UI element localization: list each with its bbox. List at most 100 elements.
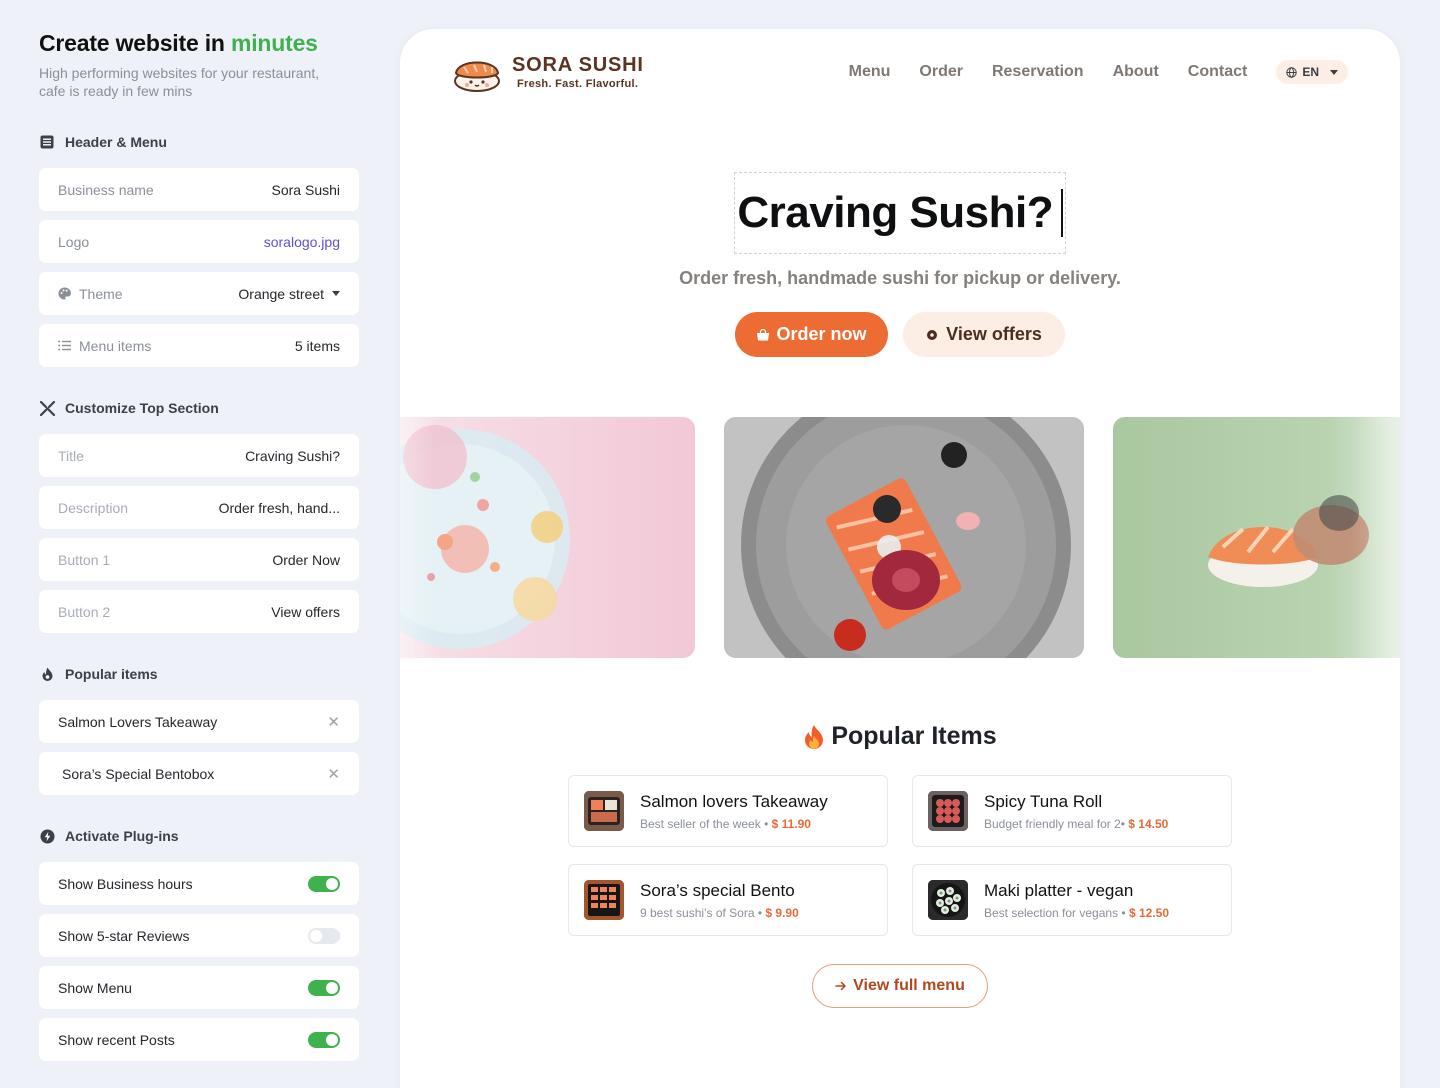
panel-title-text: Create website in	[39, 30, 225, 56]
section-heading-text: Activate Plug-ins	[65, 828, 179, 844]
toggle-switch[interactable]	[308, 875, 340, 892]
menu-item-meta: Budget friendly meal for 2• $ 14.50	[984, 817, 1168, 831]
view-full-menu-button[interactable]: View full menu	[812, 964, 988, 1008]
remove-icon[interactable]: ✕	[327, 713, 340, 731]
toggle-knob	[310, 929, 322, 942]
brand[interactable]: SORA SUSHI Fresh. Fast. Flavorful.	[452, 51, 644, 93]
menu-item-text: Maki platter - vegan Best selection for …	[984, 881, 1169, 920]
menu-item-meta: Best selection for vegans • $ 12.50	[984, 906, 1169, 920]
main-nav: Menu Order Reservation About Contact EN	[849, 60, 1348, 84]
button1-field[interactable]: Button 1 Order Now	[39, 538, 359, 581]
plugin-reviews: Show 5-star Reviews	[39, 914, 359, 957]
field-value: View offers	[271, 603, 340, 620]
section-header-menu: Header & Menu	[39, 132, 167, 152]
plugin-label: Show recent Posts	[58, 1031, 175, 1048]
menu-item-name: Maki platter - vegan	[984, 880, 1134, 900]
brand-text: SORA SUSHI Fresh. Fast. Flavorful.	[512, 54, 644, 90]
field-label: Menu items	[58, 338, 151, 354]
plugin-posts: Show recent Posts	[39, 1018, 359, 1061]
separator: •	[754, 905, 766, 920]
logo-field[interactable]: Logo soralogo.jpg	[39, 220, 359, 263]
hero-title: Craving Sushi?	[737, 188, 1054, 237]
popular-items-heading: Popular Items	[400, 722, 1400, 751]
theme-select[interactable]: Theme Orange street	[39, 272, 359, 315]
button2-field[interactable]: Button 2 View offers	[39, 590, 359, 633]
toggle-switch[interactable]	[308, 979, 340, 996]
tools-icon	[39, 400, 55, 416]
title-field[interactable]: Title Craving Sushi?	[39, 434, 359, 477]
menu-item-price: $ 12.50	[1128, 905, 1169, 920]
plugin-label: Show Business hours	[58, 875, 193, 892]
menu-item-desc: Best seller of the week	[640, 816, 761, 831]
menu-item-card[interactable]: Spicy Tuna Roll Budget friendly meal for…	[912, 775, 1232, 847]
toggle-knob	[326, 1033, 338, 1046]
nav-reservation[interactable]: Reservation	[992, 63, 1084, 81]
panel-title-accent: minutes	[230, 30, 318, 56]
field-label-text: Menu items	[79, 337, 152, 354]
theme-value: Orange street	[238, 285, 324, 302]
food-thumbnail	[928, 880, 968, 920]
popular-item-label: Sora’s Special Bentobox	[62, 765, 215, 782]
menu-item-text: Salmon lovers Takeaway Best seller of th…	[640, 792, 828, 831]
menu-item-desc: 9 best sushi’s of Sora	[640, 905, 755, 920]
arrow-right-icon	[835, 981, 847, 991]
menu-item-meta: Best seller of the week • $ 11.90	[640, 817, 828, 831]
menu-item-name: Salmon lovers Takeaway	[640, 791, 828, 811]
remove-icon[interactable]: ✕	[327, 765, 340, 783]
section-popular: Popular items	[39, 664, 158, 684]
popular-item-row: Salmon Lovers Takeaway ✕	[39, 700, 359, 743]
flame-icon	[803, 724, 825, 750]
menu-items-field[interactable]: Menu items 5 items	[39, 324, 359, 367]
bag-icon	[756, 328, 770, 341]
nav-contact[interactable]: Contact	[1188, 63, 1248, 81]
section-plugins: Activate Plug-ins	[39, 826, 179, 846]
field-label: Description	[58, 499, 129, 516]
toggle-knob	[326, 981, 338, 994]
business-name-field[interactable]: Business name Sora Sushi	[39, 168, 359, 211]
popular-items-title: Popular Items	[831, 722, 997, 750]
field-label: Business name	[58, 181, 154, 198]
separator: •	[760, 816, 772, 831]
menu-item-meta: 9 best sushi’s of Sora • $ 9.90	[640, 906, 799, 920]
field-label: Theme	[58, 286, 123, 302]
nav-order[interactable]: Order	[919, 63, 963, 81]
view-offers-label: View offers	[946, 324, 1042, 344]
view-offers-button[interactable]: View offers	[903, 312, 1065, 357]
settings-panel: Create website in minutes High performin…	[39, 30, 359, 1061]
food-thumbnail	[928, 791, 968, 831]
order-now-button[interactable]: Order now	[735, 312, 888, 357]
chevron-down-icon	[1330, 69, 1338, 75]
menu-item-card[interactable]: Maki platter - vegan Best selection for …	[912, 864, 1232, 936]
hero-title-editor[interactable]: Craving Sushi?	[734, 172, 1066, 254]
menu-item-text: Spicy Tuna Roll Budget friendly meal for…	[984, 792, 1168, 831]
toggle-switch[interactable]	[308, 1031, 340, 1048]
hero-image-nigiri	[1113, 417, 1400, 658]
brand-tagline: Fresh. Fast. Flavorful.	[517, 78, 639, 90]
menu-item-price: $ 14.50	[1128, 816, 1169, 831]
field-label: Logo	[58, 233, 90, 250]
language-select[interactable]: EN	[1276, 60, 1348, 84]
nav-menu[interactable]: Menu	[849, 63, 891, 81]
toggle-switch[interactable]	[308, 927, 340, 944]
field-value: 5 items	[294, 337, 340, 354]
nav-about[interactable]: About	[1113, 63, 1159, 81]
description-field[interactable]: Description Order fresh, hand...	[39, 486, 359, 529]
menu-item-name: Sora’s special Bento	[640, 880, 795, 900]
field-value: Orange street	[238, 286, 340, 302]
panel-subtitle: High performing websites for your restau…	[39, 65, 320, 99]
text-cursor	[1061, 189, 1063, 237]
website-preview: SORA SUSHI Fresh. Fast. Flavorful. Menu …	[400, 29, 1400, 1088]
field-value: Craving Sushi?	[245, 447, 340, 464]
menu-item-card[interactable]: Salmon lovers Takeaway Best seller of th…	[568, 775, 888, 847]
logo-file-link[interactable]: soralogo.jpg	[264, 234, 340, 250]
menu-item-price: $ 11.90	[771, 816, 811, 831]
field-label-text: Theme	[79, 285, 123, 302]
plugin-label: Show 5-star Reviews	[58, 927, 190, 944]
menu-item-card[interactable]: Sora’s special Bento 9 best sushi’s of S…	[568, 864, 888, 936]
bolt-icon	[39, 828, 55, 844]
language-value: EN	[1302, 65, 1319, 79]
field-value: Order Now	[272, 551, 340, 568]
plugin-menu: Show Menu	[39, 966, 359, 1009]
hero-image-plate-pink	[400, 417, 695, 658]
chevron-down-icon	[332, 291, 340, 296]
